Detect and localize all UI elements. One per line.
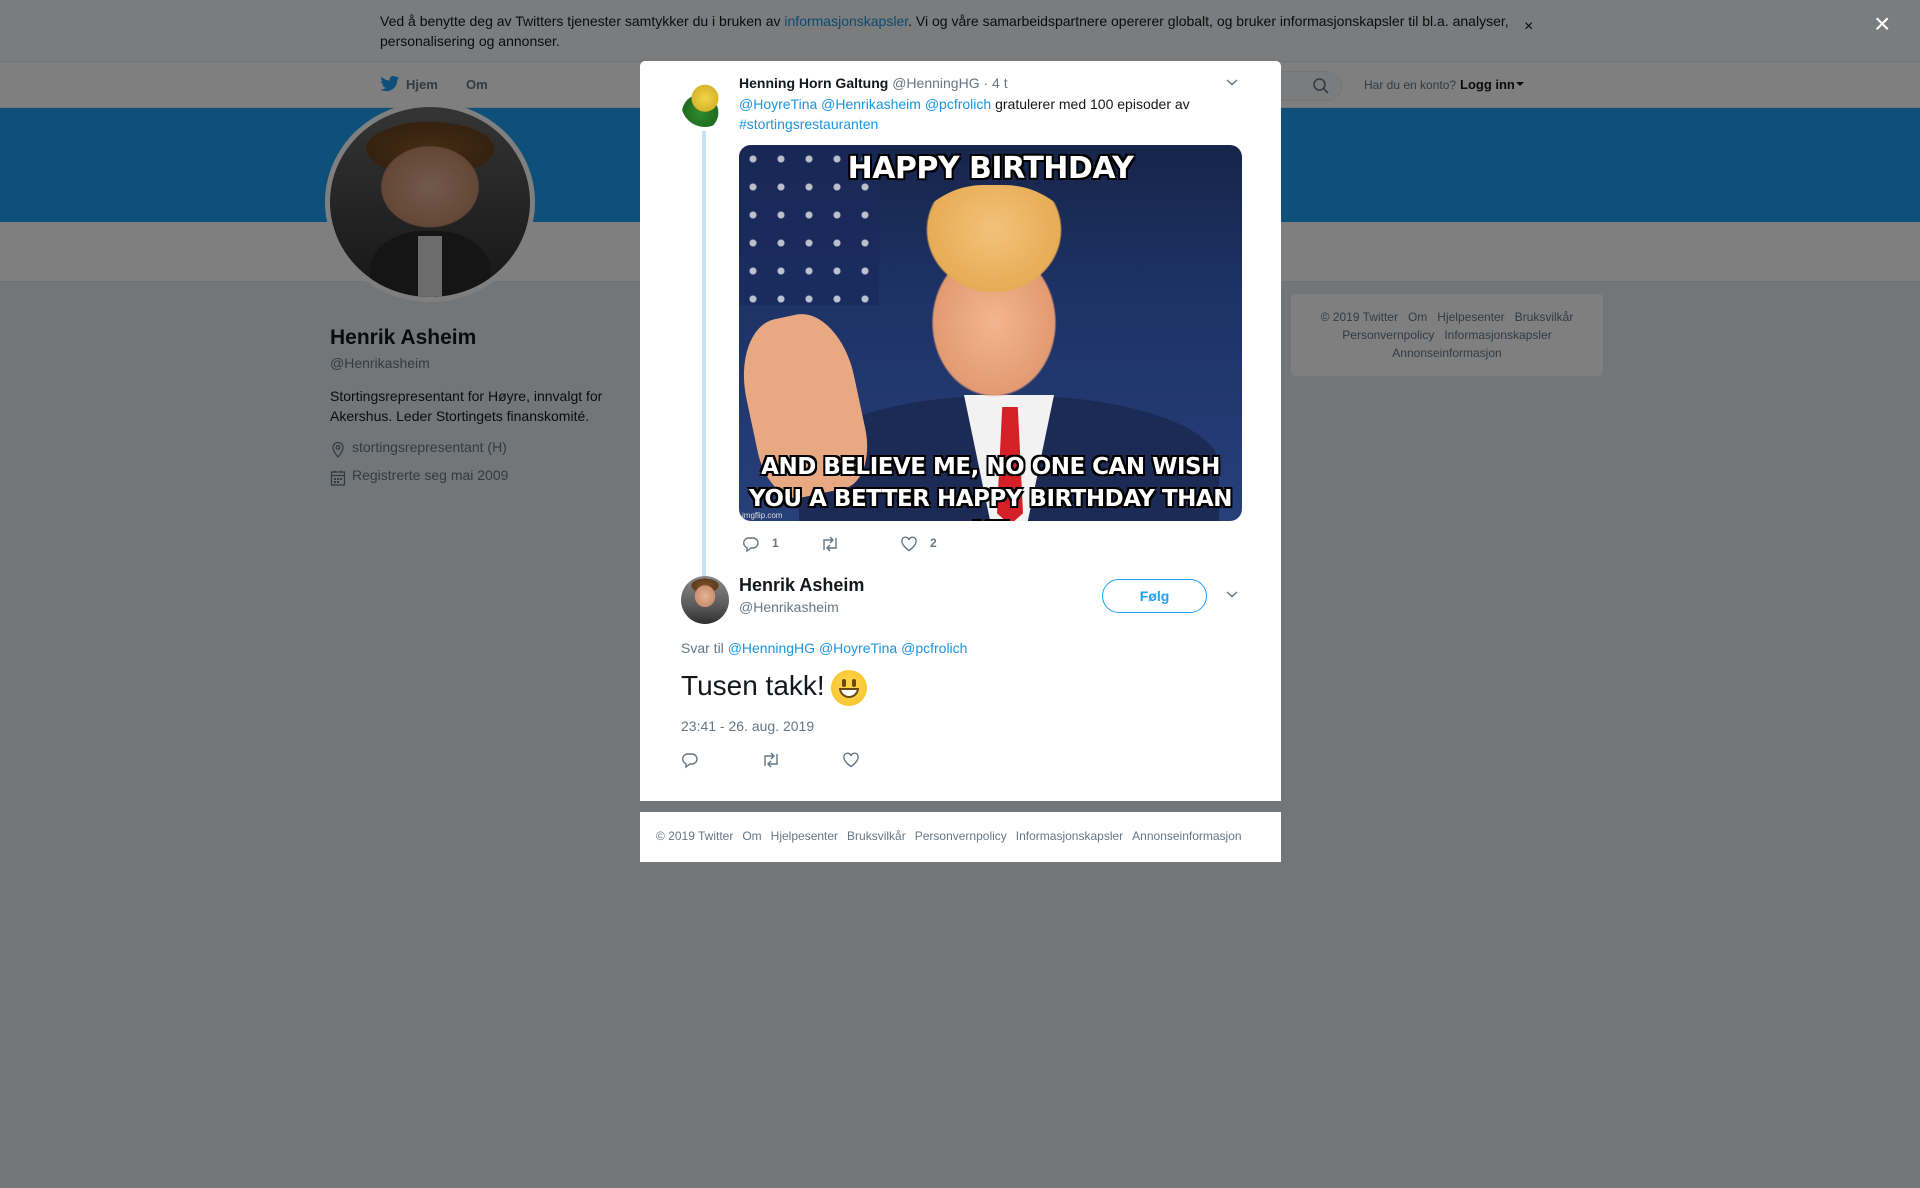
retweet-icon[interactable] (761, 751, 781, 769)
heart-icon[interactable] (900, 535, 918, 553)
tweet-modal: Henning Horn Galtung @HenningHG · 4 t @H… (640, 61, 1281, 801)
context-tweet-time[interactable]: · 4 t (983, 75, 1007, 91)
footer-link-ads[interactable]: Annonseinformasjon (1132, 829, 1241, 843)
context-tweet-hashtag[interactable]: #stortingsrestauranten (739, 116, 878, 132)
like-count: 2 (930, 536, 937, 550)
reply-count: 1 (772, 536, 779, 550)
reply-to-handles[interactable]: @HenningHG @HoyreTina @pcfrolich (728, 640, 968, 656)
main-tweet-author-name[interactable]: Henrik Asheim (739, 575, 864, 596)
grinning-face-emoji-icon (830, 669, 867, 706)
meme-bottom-line-2: YOU A BETTER HAPPY BIRTHDAY THAN ME (749, 486, 1232, 521)
context-tweet-text: @HoyreTina @Henrikasheim @pcfrolich grat… (739, 94, 1219, 134)
footer-copyright: © 2019 Twitter (656, 829, 734, 843)
follow-button[interactable]: Følg (1102, 579, 1207, 613)
meme-bottom-line-1: AND BELIEVE ME, NO ONE CAN WISH (761, 454, 1220, 480)
tweet-media-image[interactable]: HAPPY BIRTHDAY AND BELIEVE ME, NO ONE CA… (739, 145, 1242, 521)
modal-footer: © 2019 Twitter Om Hjelpesenter Bruksvilkår P… (640, 812, 1281, 862)
reply-to-prefix: Svar til (681, 640, 728, 656)
main-tweet-text: Tusen takk! (681, 667, 867, 706)
main-tweet-timestamp[interactable]: 23:41 - 26. aug. 2019 (681, 718, 814, 734)
meme-watermark: imgflip.com (742, 511, 783, 520)
main-tweet-author-handle[interactable]: @Henrikasheim (739, 599, 839, 615)
context-tweet-mentions[interactable]: @HoyreTina @Henrikasheim @pcfrolich (739, 96, 991, 112)
retweet-icon[interactable] (820, 535, 840, 553)
reply-icon[interactable] (742, 535, 760, 553)
footer-link-cookies[interactable]: Informasjonskapsler (1016, 829, 1123, 843)
thread-connector-line (702, 131, 706, 579)
context-tweet-header: Henning Horn Galtung @HenningHG · 4 t (739, 75, 1008, 91)
footer-link-terms[interactable]: Bruksvilkår (847, 829, 906, 843)
context-tweet-author-handle[interactable]: @HenningHG (892, 75, 979, 91)
chevron-down-icon[interactable] (1225, 589, 1239, 599)
context-tweet-avatar[interactable] (681, 79, 729, 127)
reply-icon[interactable] (681, 751, 699, 769)
main-tweet-body: Tusen takk! (681, 670, 825, 701)
context-tweet-author-name[interactable]: Henning Horn Galtung (739, 75, 888, 91)
context-tweet-body: gratulerer med 100 episoder av (991, 96, 1190, 112)
main-tweet-avatar[interactable] (681, 576, 729, 624)
footer-link-about[interactable]: Om (742, 829, 761, 843)
reply-to-line: Svar til @HenningHG @HoyreTina @pcfrolic… (681, 640, 967, 656)
meme-face (889, 185, 1099, 435)
close-icon[interactable]: × (1874, 10, 1890, 38)
meme-top-text: HAPPY BIRTHDAY (847, 151, 1134, 186)
meme-bottom-text: AND BELIEVE ME, NO ONE CAN WISH YOU A BET… (739, 451, 1242, 521)
heart-icon[interactable] (842, 751, 860, 769)
chevron-down-icon[interactable] (1225, 77, 1239, 87)
footer-link-help[interactable]: Hjelpesenter (771, 829, 838, 843)
footer-link-privacy[interactable]: Personvernpolicy (915, 829, 1007, 843)
